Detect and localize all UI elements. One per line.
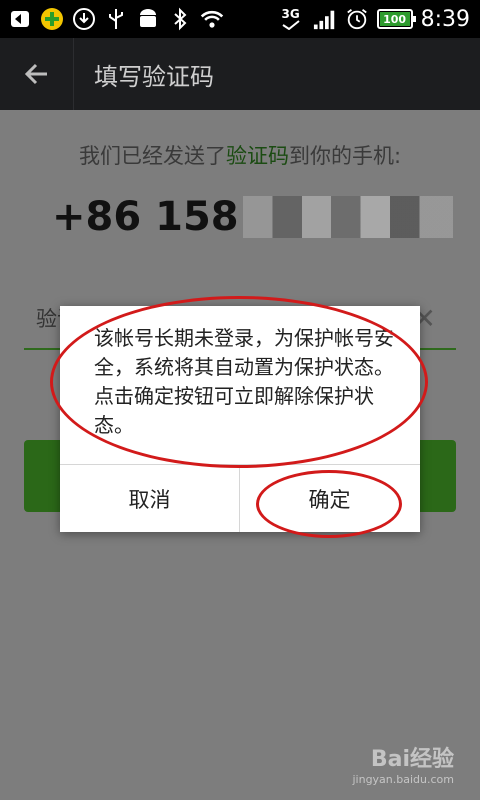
page-title: 填写验证码 bbox=[94, 62, 214, 91]
security-plus-icon bbox=[40, 7, 64, 31]
back-button[interactable] bbox=[0, 38, 74, 110]
network-label: 3G bbox=[281, 7, 300, 21]
ok-button[interactable]: 确定 bbox=[240, 465, 419, 532]
battery-icon: 100 bbox=[376, 9, 416, 29]
hint-after: 到你的手机: bbox=[288, 144, 402, 168]
usb-icon bbox=[104, 7, 128, 31]
protection-dialog: 该帐号长期未登录，为保护帐号安全，系统将其自动置为保护状态。点击确定按钮可立即解… bbox=[60, 306, 420, 532]
phone-prefix: +86 158 bbox=[52, 194, 239, 240]
watermark-brand: Bai经验 bbox=[370, 747, 454, 772]
alarm-icon bbox=[345, 7, 369, 31]
cancel-button[interactable]: 取消 bbox=[60, 465, 239, 532]
arrow-left-icon bbox=[24, 63, 47, 85]
android-icon bbox=[136, 7, 160, 31]
status-time: 8:39 bbox=[420, 6, 470, 32]
watermark: Bai经验 jingyan.baidu.com bbox=[352, 741, 454, 786]
watermark-url: jingyan.baidu.com bbox=[352, 773, 454, 786]
dialog-message: 该帐号长期未登录，为保护帐号安全，系统将其自动置为保护状态。点击确定按钮可立即解… bbox=[94, 326, 394, 437]
status-bar: 3G 100 8:39 bbox=[0, 0, 480, 38]
phone-mosaic bbox=[242, 196, 453, 238]
download-icon bbox=[72, 7, 96, 31]
bluetooth-icon bbox=[168, 7, 192, 31]
phone-number: +86 158 bbox=[52, 194, 453, 240]
title-bar: 填写验证码 bbox=[0, 38, 480, 110]
back-arrow-icon bbox=[8, 7, 32, 31]
hint-text: 我们已经发送了验证码到你的手机: bbox=[0, 140, 480, 170]
hint-highlight: 验证码 bbox=[225, 144, 289, 168]
battery-level: 100 bbox=[383, 12, 407, 26]
3g-icon: 3G bbox=[277, 7, 305, 31]
wifi-icon bbox=[200, 7, 224, 31]
signal-icon bbox=[313, 7, 337, 31]
hint-before: 我们已经发送了 bbox=[78, 144, 226, 168]
